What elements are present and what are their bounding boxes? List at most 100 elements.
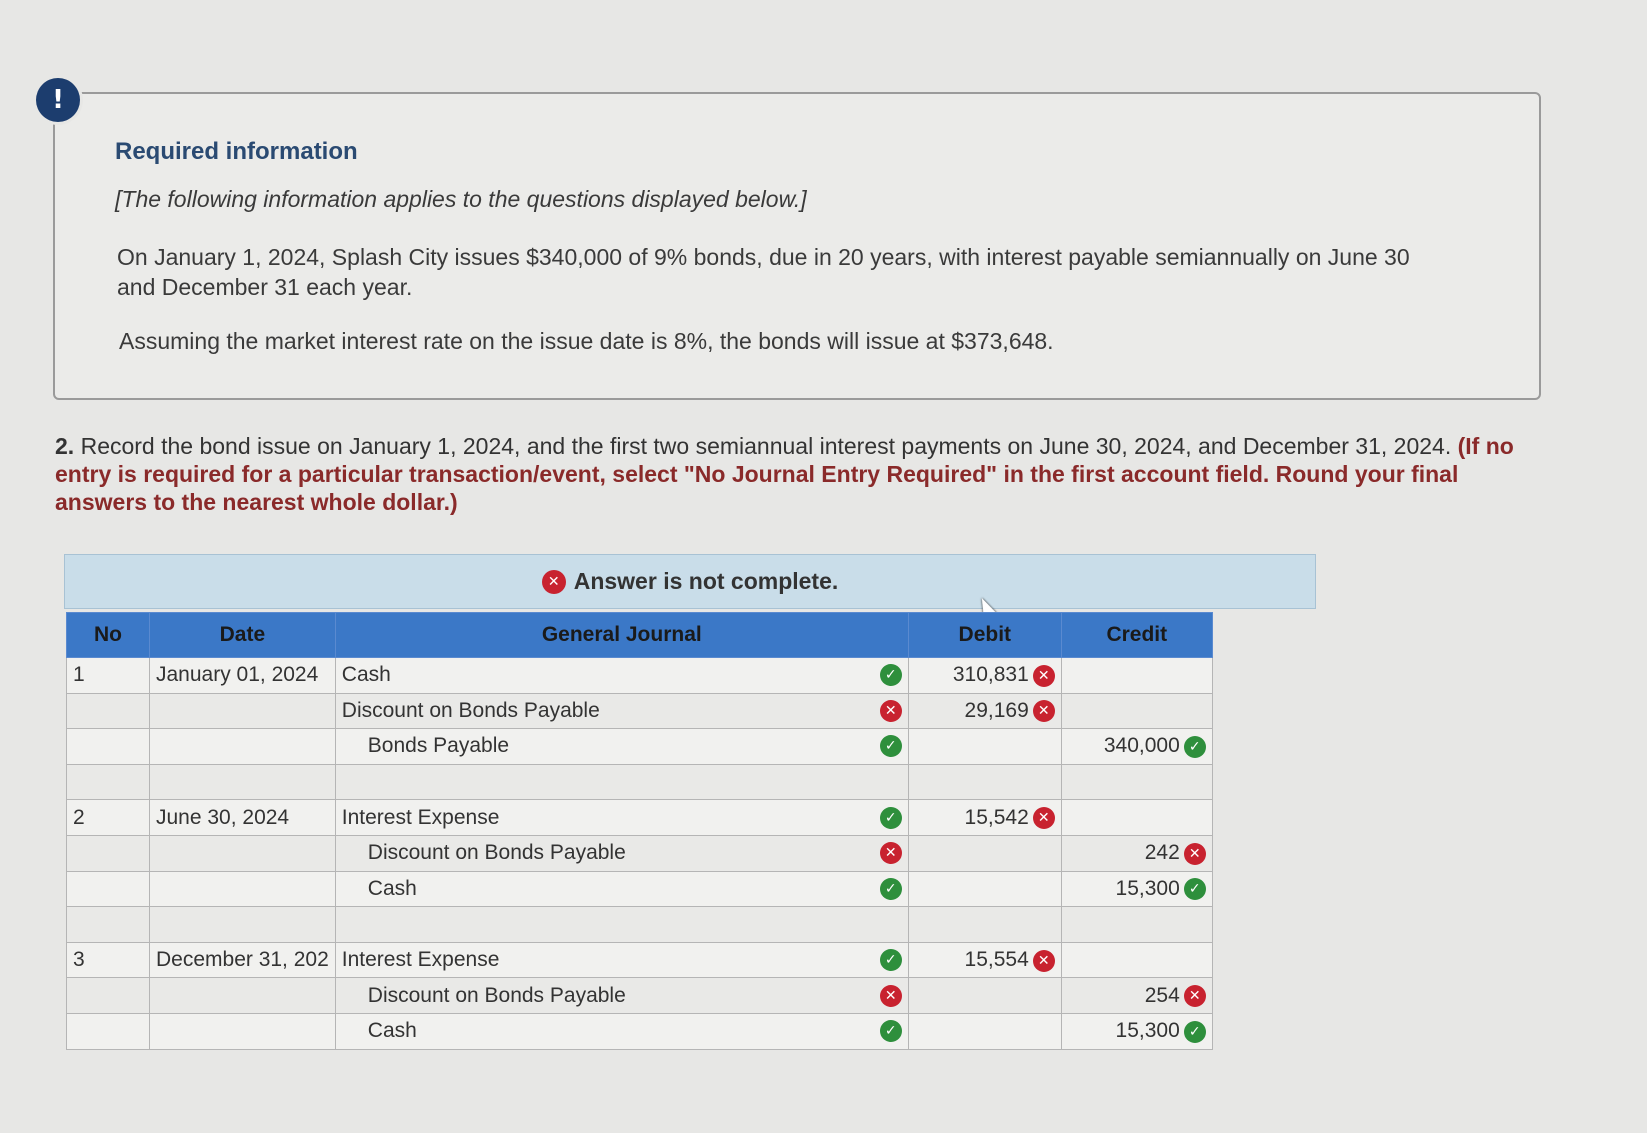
entry-number (66, 834, 150, 872)
account-field[interactable] (334, 906, 909, 943)
credit-field[interactable] (1060, 941, 1213, 979)
incorrect-x-icon: ✕ (1032, 700, 1055, 723)
account-field[interactable] (334, 763, 909, 801)
entry-date[interactable]: January 01, 2024 (149, 657, 336, 694)
required-information-panel: Required information [The following info… (53, 92, 1541, 400)
entry-date[interactable] (149, 870, 336, 908)
journal-row (66, 906, 1213, 943)
correct-check-icon: ✓ (879, 949, 902, 972)
account-cell: Cash ✓ (342, 877, 902, 901)
account-field[interactable]: Interest Expense ✓ (334, 799, 909, 836)
account-field[interactable]: Cash ✓ (334, 657, 909, 694)
account-name: Cash (367, 1019, 417, 1043)
correct-check-icon: ✓ (1183, 1020, 1206, 1043)
col-header-general-journal: General Journal (334, 612, 909, 658)
account-cell: Discount on Bonds Payable ✕ (342, 841, 902, 865)
incorrect-x-icon: ✕ (879, 842, 902, 865)
account-cell: Discount on Bonds Payable ✕ (342, 984, 902, 1008)
entry-date[interactable] (149, 763, 336, 801)
credit-field[interactable]: 340,000 ✓ (1060, 728, 1213, 765)
debit-field[interactable] (907, 834, 1062, 872)
correct-check-icon: ✓ (879, 877, 902, 900)
correct-check-icon: ✓ (879, 1020, 902, 1043)
account-field[interactable]: Discount on Bonds Payable ✕ (334, 977, 909, 1014)
entry-number: 1 (66, 657, 150, 694)
account-name: Cash (367, 876, 417, 900)
journal-row: Bonds Payable ✓ 340,000 ✓ (66, 728, 1213, 765)
account-cell: Cash ✓ (342, 663, 902, 687)
journal-row: 3 December 31, 202 Interest Expense ✓ 15,554… (66, 941, 1213, 979)
journal-row: 2 June 30, 2024 Interest Expense ✓ 15,542 ✕ (66, 799, 1213, 836)
debit-field[interactable] (907, 906, 1062, 943)
account-name: Interest Expense (341, 948, 500, 972)
journal-row: 1 January 01, 2024 Cash ✓ 310,831 ✕ (66, 657, 1213, 694)
debit-field[interactable] (907, 728, 1062, 765)
entry-number (66, 977, 150, 1014)
incorrect-x-icon: ✕ (1032, 949, 1055, 972)
debit-field[interactable]: 15,554 ✕ (907, 941, 1062, 979)
journal-row: Discount on Bonds Payable ✕ 254 ✕ (66, 977, 1213, 1014)
entry-date[interactable]: December 31, 202 (149, 941, 336, 979)
entry-date[interactable] (149, 1012, 336, 1050)
account-field[interactable]: Cash ✓ (334, 1012, 909, 1050)
entry-date[interactable] (149, 692, 336, 730)
info-paragraph-issue: On January 1, 2024, Splash City issues $… (117, 244, 1410, 300)
incorrect-x-icon: ✕ (1183, 985, 1206, 1008)
credit-field[interactable] (1060, 763, 1213, 801)
debit-amount: 15,542 (964, 805, 1029, 829)
correct-check-icon: ✓ (879, 735, 902, 758)
credit-field[interactable]: 254 ✕ (1060, 977, 1213, 1014)
debit-field[interactable] (907, 977, 1062, 1014)
incorrect-x-icon: ✕ (879, 984, 902, 1007)
debit-field[interactable]: 29,169 ✕ (907, 692, 1062, 730)
credit-field[interactable]: 15,300 ✓ (1060, 1012, 1213, 1050)
account-field[interactable]: Bonds Payable ✓ (334, 728, 909, 765)
account-field[interactable]: Discount on Bonds Payable ✕ (334, 834, 909, 872)
entry-number (66, 870, 150, 908)
account-field[interactable]: Interest Expense ✓ (334, 941, 909, 979)
entry-date[interactable]: June 30, 2024 (149, 799, 336, 836)
debit-amount: 310,831 (952, 663, 1029, 687)
account-name: Discount on Bonds Payable (367, 841, 626, 865)
credit-field[interactable] (1060, 906, 1213, 943)
credit-field[interactable]: 15,300 ✓ (1060, 870, 1213, 908)
incorrect-x-icon: ✕ (1032, 664, 1055, 687)
answer-status-banner: ✕ Answer is not complete. (64, 554, 1316, 609)
error-x-icon: ✕ (541, 569, 566, 594)
entry-date[interactable] (149, 906, 336, 943)
entry-number (66, 728, 150, 765)
entry-number: 2 (66, 799, 150, 836)
entry-date[interactable] (149, 834, 336, 872)
journal-table: No Date General Journal Debit Credit 1 Ja… (66, 612, 1213, 1050)
account-cell: Interest Expense ✓ (342, 806, 902, 830)
alert-exclamation-icon: ! (36, 78, 80, 122)
credit-field[interactable] (1060, 692, 1213, 730)
entry-date[interactable] (149, 977, 336, 1014)
journal-row: Cash ✓ 15,300 ✓ (66, 1012, 1213, 1050)
info-title: Required information (115, 138, 358, 165)
account-name: Discount on Bonds Payable (367, 983, 626, 1007)
account-field[interactable]: Discount on Bonds Payable ✕ (334, 692, 909, 730)
debit-field[interactable] (907, 870, 1062, 908)
debit-field[interactable] (907, 1012, 1062, 1050)
credit-amount: 254 (1144, 983, 1180, 1007)
credit-field[interactable]: 242 ✕ (1060, 834, 1213, 872)
question-body: Record the bond issue on January 1, 2024… (80, 433, 1452, 459)
debit-field[interactable] (907, 763, 1062, 801)
journal-row: Discount on Bonds Payable ✕ 29,169 ✕ (66, 692, 1213, 730)
journal-body: 1 January 01, 2024 Cash ✓ 310,831 ✕ Discount o… (66, 657, 1213, 1050)
debit-field[interactable]: 15,542 ✕ (907, 799, 1062, 836)
correct-check-icon: ✓ (1183, 735, 1206, 758)
question-number: 2. (55, 433, 75, 459)
credit-field[interactable] (1060, 657, 1213, 694)
entry-date[interactable] (149, 728, 336, 765)
entry-number (66, 906, 150, 943)
credit-field[interactable] (1060, 799, 1213, 836)
correct-check-icon: ✓ (879, 664, 902, 687)
account-field[interactable]: Cash ✓ (334, 870, 909, 908)
col-header-credit: Credit (1060, 612, 1213, 658)
credit-amount: 15,300 (1115, 876, 1180, 900)
debit-field[interactable]: 310,831 ✕ (907, 657, 1062, 694)
account-name: Interest Expense (341, 805, 500, 829)
answer-status-text: Answer is not complete. (573, 568, 839, 594)
